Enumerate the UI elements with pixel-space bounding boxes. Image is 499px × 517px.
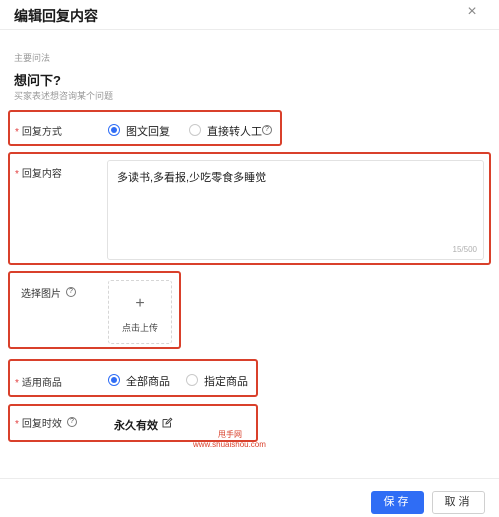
validity-value: 永久有效 [114,420,158,432]
required-mark: * [15,127,19,138]
dialog-header: 编辑回复内容 × [0,0,499,30]
radio-all-products[interactable] [108,374,120,386]
question-section-label: 主要问法 [14,53,51,63]
reply-content-label-text: 回复内容 [21,169,62,180]
plus-icon: + [135,295,145,312]
products-label-text: 适用商品 [21,378,62,389]
character-counter: 15/500 [452,245,477,254]
radio-specific-products[interactable] [186,374,198,386]
help-icon[interactable]: ? [66,287,76,297]
help-icon[interactable]: ? [262,125,272,135]
radio-graphic-reply[interactable] [108,124,120,136]
radio-all-products-label[interactable]: 全部商品 [126,373,170,389]
reply-method-label-text: 回复方式 [21,127,62,138]
reply-content-textarea[interactable]: 多读书,多看报,少吃零食多睡觉 15/500 [107,160,484,260]
image-label: 选择图片 [21,289,61,300]
edit-icon[interactable] [161,417,173,429]
dialog-footer [0,478,499,517]
close-icon[interactable]: × [463,3,481,21]
upload-text: 点击上传 [121,323,158,333]
radio-specific-products-label[interactable]: 指定商品 [204,373,248,389]
reply-method-label: * 回复方式 [15,123,62,138]
image-upload-button[interactable]: + 点击上传 [108,280,172,344]
watermark-name: 甩手网 [218,430,242,439]
watermark-url: www.shuaishou.com [193,440,266,449]
reply-content-value: 多读书,多看报,少吃零食多睡觉 [117,172,267,184]
required-mark: * [15,169,19,180]
edit-reply-dialog: 编辑回复内容 × 主要问法 想问下? 买家表述想咨询某个问题 * 回复方式 图文回… [0,0,499,517]
save-button[interactable]: 保存 [371,491,424,514]
reply-content-label: * 回复内容 [15,165,62,180]
radio-graphic-reply-label[interactable]: 图文回复 [126,123,170,139]
validity-label-text: 回复时效 [21,419,62,430]
required-mark: * [15,419,19,430]
validity-label: * 回复时效 [15,415,62,430]
help-icon[interactable]: ? [67,417,77,427]
products-label: * 适用商品 [15,374,62,389]
radio-transfer-human[interactable] [189,124,201,136]
question-text: 想问下? [14,73,61,88]
cancel-button[interactable]: 取消 [432,491,485,514]
question-description: 买家表述想咨询某个问题 [14,91,114,101]
radio-transfer-human-label[interactable]: 直接转人工 [207,123,262,139]
required-mark: * [15,378,19,389]
dialog-title: 编辑回复内容 [14,8,98,24]
